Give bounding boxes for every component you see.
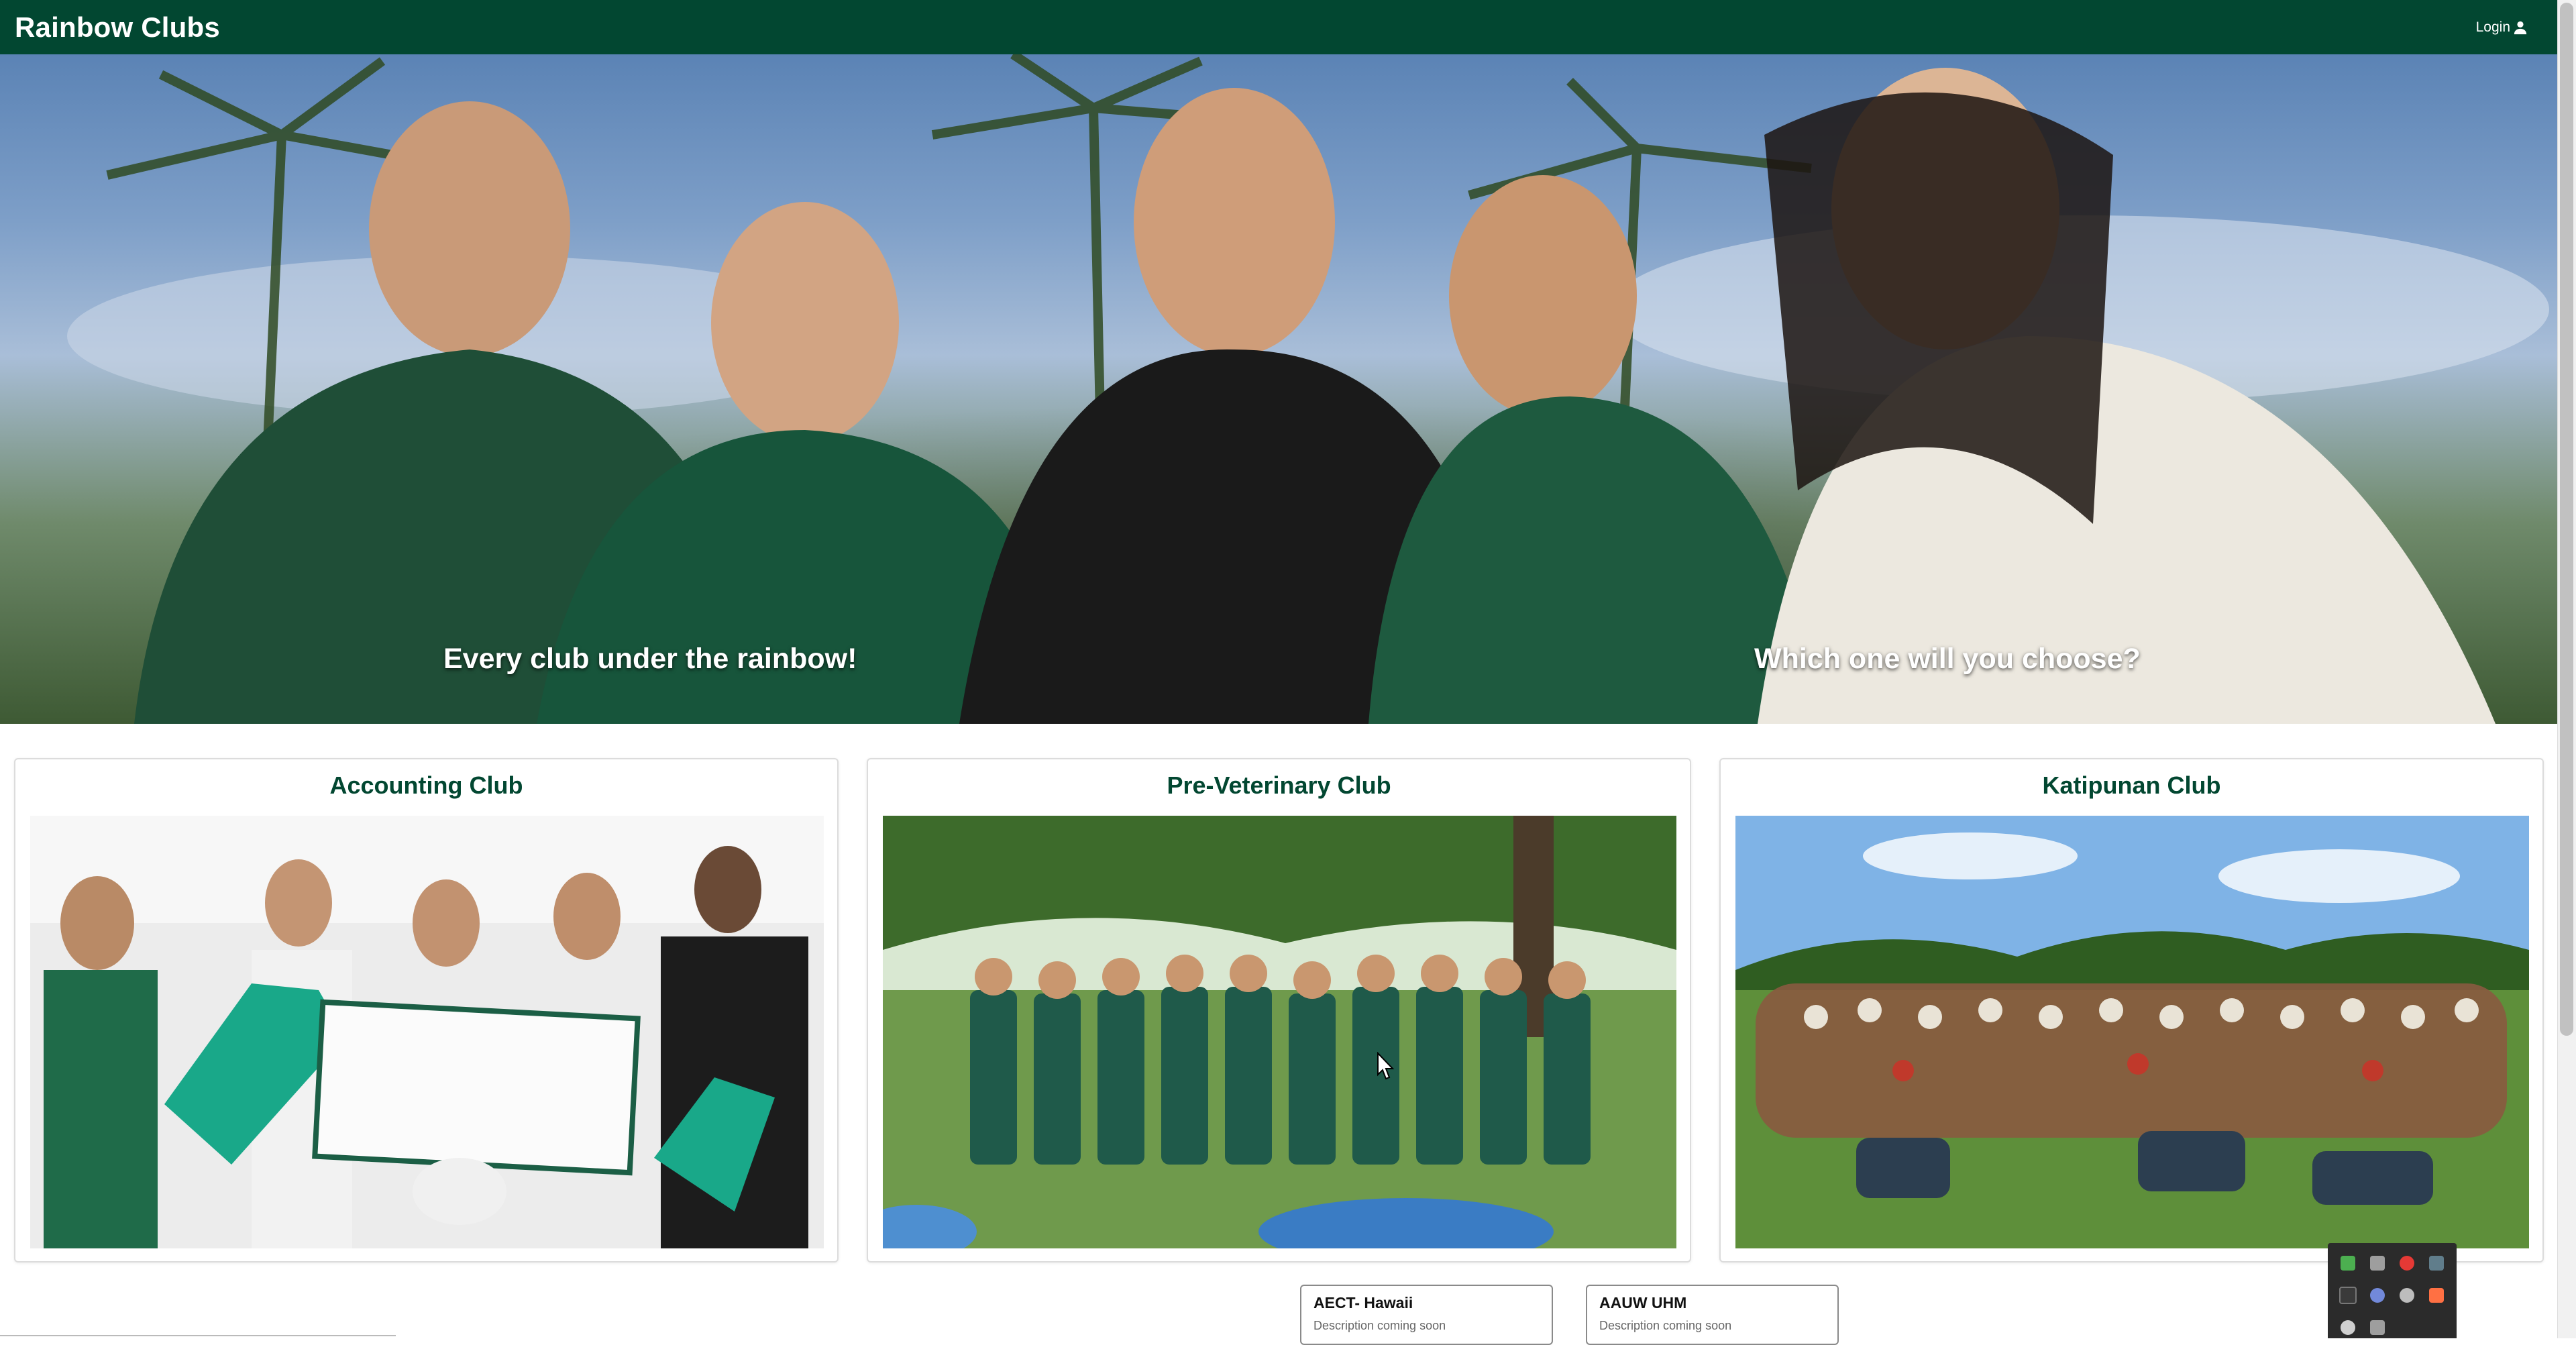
login-label: Login [2475, 19, 2510, 35]
scrollbar-thumb[interactable] [2560, 3, 2573, 1036]
steam-icon[interactable] [2429, 1256, 2444, 1271]
hero-banner: Every club under the rainbow! Which one … [0, 54, 2557, 724]
terminal-icon[interactable] [2339, 1287, 2357, 1304]
brand-title[interactable]: Rainbow Clubs [15, 11, 220, 44]
chrome-icon[interactable] [2400, 1256, 2414, 1271]
app-tray-icon[interactable] [2341, 1256, 2355, 1271]
club-name[interactable]: AAUW UHM [1599, 1294, 1825, 1312]
hero-caption-right: Which one will you choose? [1754, 643, 2141, 675]
club-card-aect-hawaii[interactable]: AECT- Hawaii Description coming soon [1300, 1285, 1553, 1345]
club-name[interactable]: AECT- Hawaii [1313, 1294, 1540, 1312]
divider [0, 1335, 396, 1336]
club-card-title[interactable]: Accounting Club [15, 771, 837, 800]
club-card-title[interactable]: Katipunan Club [1721, 771, 2542, 800]
club-card-accounting[interactable]: Accounting Club [14, 758, 839, 1262]
login-button[interactable]: Login [2476, 19, 2528, 36]
accounting-club-photo[interactable] [30, 816, 824, 1248]
club-card-katipunan[interactable]: Katipunan Club [1719, 758, 2544, 1262]
club-card-title[interactable]: Pre-Veterinary Club [868, 771, 1690, 800]
shield-icon[interactable] [2370, 1256, 2385, 1271]
cloud-icon[interactable] [2400, 1288, 2414, 1303]
club-card-pre-veterinary[interactable]: Pre-Veterinary Club [867, 758, 1691, 1262]
club-description: Description coming soon [1313, 1319, 1446, 1332]
katipunan-club-photo[interactable] [1735, 816, 2529, 1248]
settings-icon[interactable] [2341, 1320, 2355, 1335]
hero-caption-left: Every club under the rainbow! [443, 643, 857, 675]
top-navbar: Rainbow Clubs Login [0, 0, 2557, 54]
app-icon[interactable] [2429, 1288, 2444, 1303]
discord-icon[interactable] [2370, 1288, 2385, 1303]
system-tray-popup [2328, 1243, 2457, 1338]
club-description: Description coming soon [1599, 1319, 1732, 1332]
user-icon [2514, 21, 2527, 34]
pre-veterinary-club-photo[interactable] [883, 816, 1676, 1248]
club-card-aauw-uhm[interactable]: AAUW UHM Description coming soon [1586, 1285, 1839, 1345]
hero-group-photo [67, 54, 2549, 724]
clipboard-icon[interactable] [2370, 1320, 2385, 1335]
mouse-cursor-icon [1377, 1052, 1395, 1080]
